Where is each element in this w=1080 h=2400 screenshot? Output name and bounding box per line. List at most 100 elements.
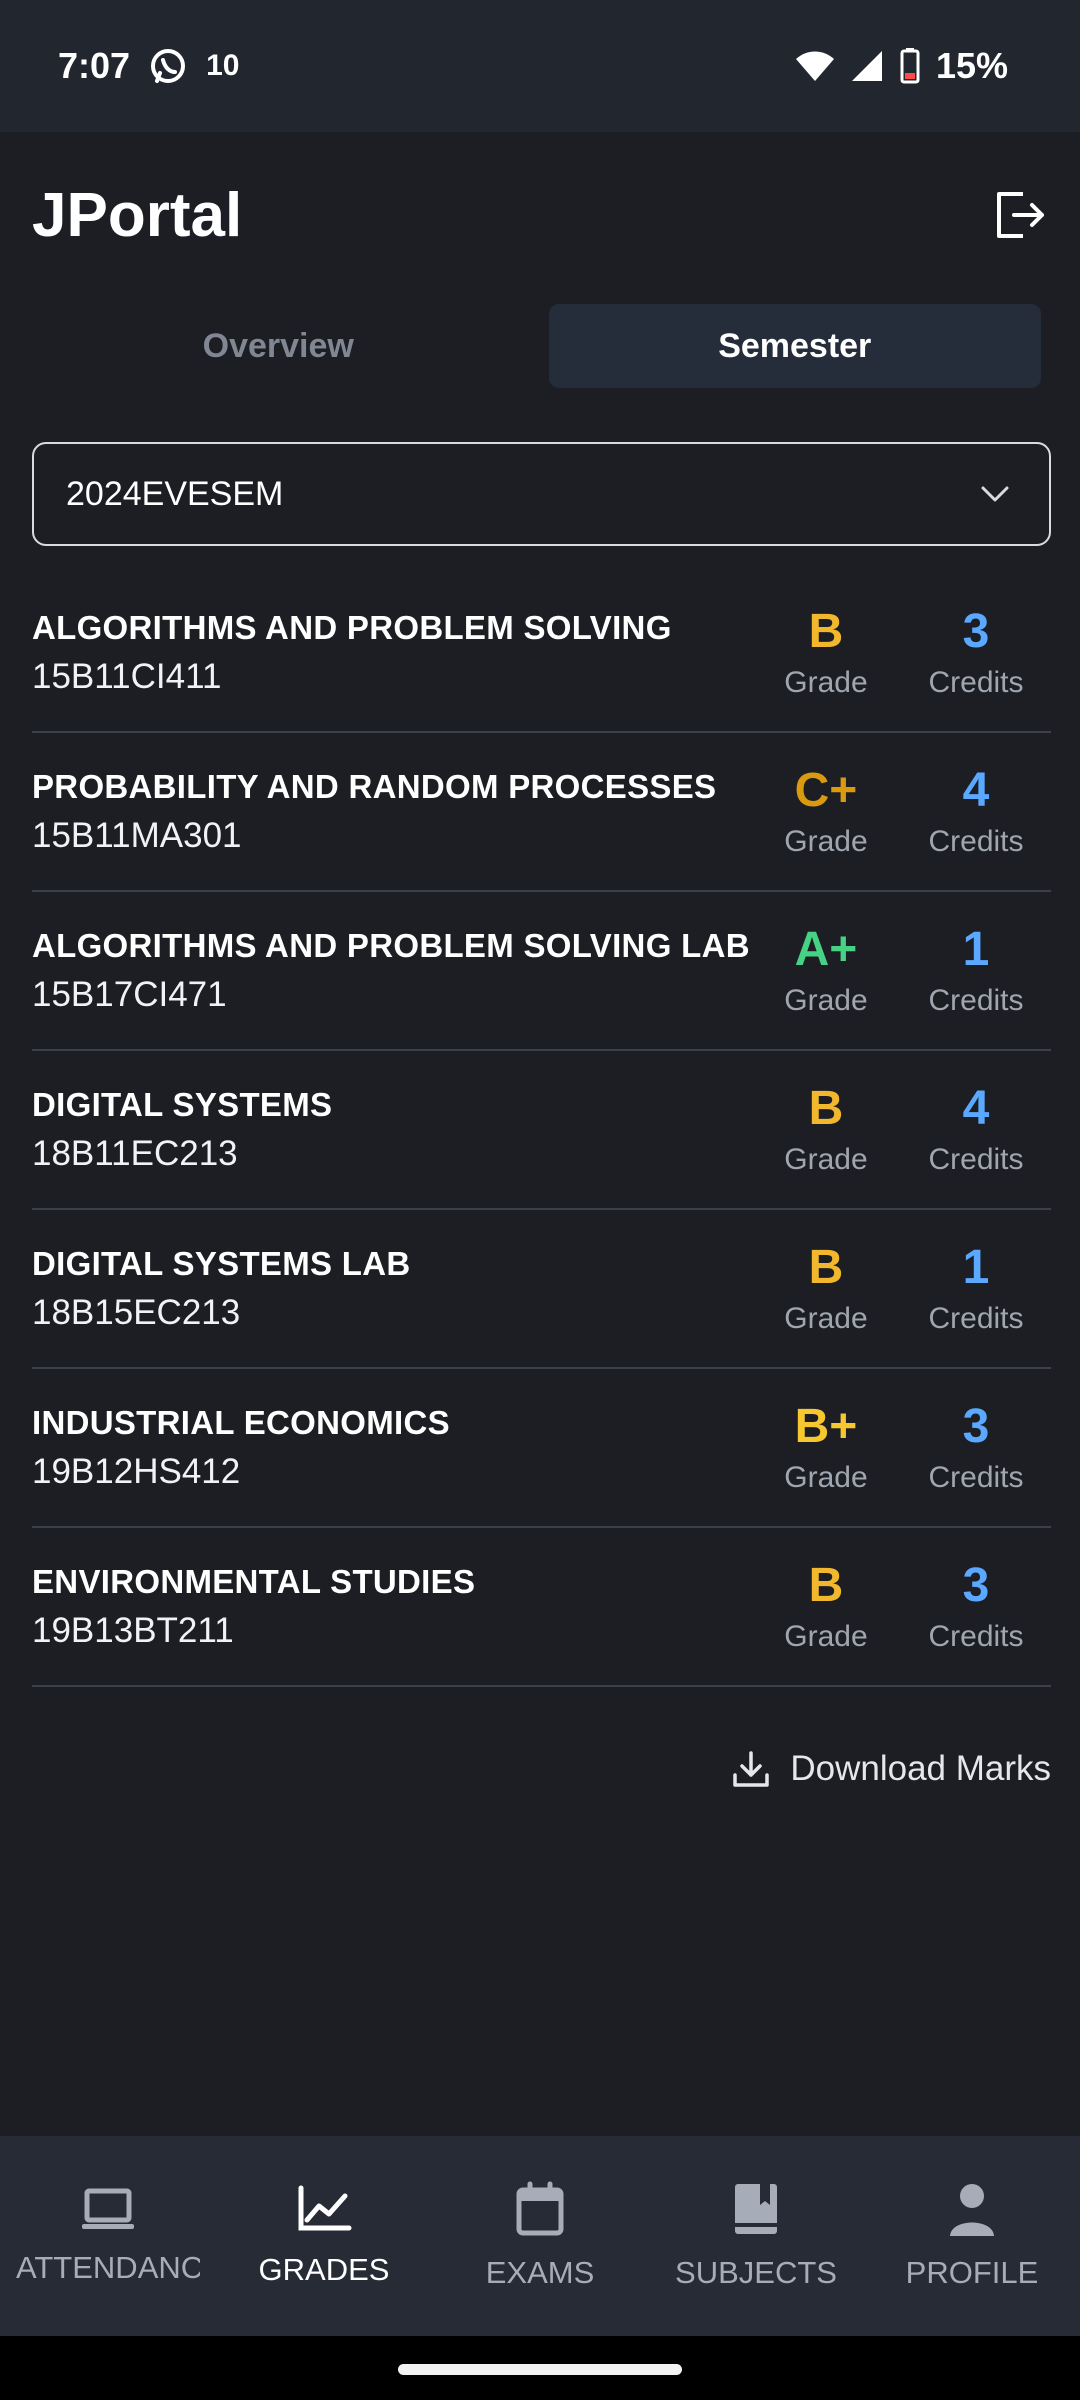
laptop-icon bbox=[82, 2188, 134, 2229]
app-title: JPortal bbox=[32, 180, 243, 250]
bottom-navigation: ATTENDANCE GRADES EXAMS SUBJECTS PROFILE bbox=[0, 2136, 1080, 2336]
credits-metric: 3 Credits bbox=[901, 604, 1051, 700]
grade-row: ALGORITHMS AND PROBLEM SOLVING LAB 15B17… bbox=[32, 892, 1051, 1051]
credits-metric: 1 Credits bbox=[901, 923, 1051, 1018]
subject-name: ALGORITHMS AND PROBLEM SOLVING bbox=[32, 608, 672, 646]
grade-metric: C+ Grade bbox=[751, 763, 901, 859]
grade-metric: B Grade bbox=[751, 1558, 901, 1654]
battery-percent: 15% bbox=[935, 45, 1008, 86]
subject-info: DIGITAL SYSTEMS LAB 18B15EC213 bbox=[32, 1245, 751, 1333]
credits-metric: 3 Credits bbox=[901, 1558, 1051, 1654]
grade-row: DIGITAL SYSTEMS LAB 18B15EC213 B Grade 1… bbox=[32, 1210, 1051, 1369]
subject-code: 18B11EC213 bbox=[32, 1133, 238, 1173]
grade-value: B bbox=[808, 1081, 844, 1135]
credits-label: Credits bbox=[928, 824, 1024, 858]
subject-name: ALGORITHMS AND PROBLEM SOLVING LAB bbox=[32, 926, 750, 964]
status-right: 15% bbox=[794, 45, 1008, 87]
download-icon bbox=[733, 1751, 770, 1787]
download-marks-label: Download Marks bbox=[790, 1749, 1051, 1788]
credits-value: 4 bbox=[962, 763, 990, 817]
grade-label: Grade bbox=[784, 665, 868, 699]
chart-line-icon bbox=[298, 2185, 352, 2231]
subject-info: PROBABILITY AND RANDOM PROCESSES 15B11MA… bbox=[32, 768, 751, 856]
grade-metric: A+ Grade bbox=[751, 922, 901, 1018]
subject-info: ALGORITHMS AND PROBLEM SOLVING LAB 15B17… bbox=[32, 927, 751, 1015]
credits-metric: 4 Credits bbox=[901, 763, 1051, 859]
grade-value: C+ bbox=[794, 763, 858, 817]
grade-row: DIGITAL SYSTEMS 18B11EC213 B Grade 4 Cre… bbox=[32, 1051, 1051, 1210]
subject-info: ALGORITHMS AND PROBLEM SOLVING 15B11CI41… bbox=[32, 609, 751, 697]
tab-overview[interactable]: Overview bbox=[32, 304, 525, 388]
chevron-down-icon bbox=[981, 486, 1009, 502]
calendar-icon bbox=[516, 2181, 564, 2236]
grade-list: ALGORITHMS AND PROBLEM SOLVING 15B11CI41… bbox=[32, 574, 1051, 1687]
credits-value: 3 bbox=[962, 1558, 990, 1612]
nav-attendance-label: ATTENDANCE bbox=[16, 2250, 200, 2285]
credits-label: Credits bbox=[928, 1301, 1024, 1335]
credits-metric: 1 Credits bbox=[901, 1240, 1051, 1336]
semester-select[interactable]: 2024EVESEM bbox=[32, 442, 1051, 546]
signal-icon bbox=[851, 51, 882, 81]
subject-name: INDUSTRIAL ECONOMICS bbox=[32, 1403, 450, 1441]
nav-subjects-label: SUBJECTS bbox=[675, 2255, 837, 2290]
credits-label: Credits bbox=[928, 983, 1024, 1017]
nav-attendance[interactable]: ATTENDANCE bbox=[6, 2166, 210, 2306]
grade-value: B+ bbox=[794, 1399, 858, 1453]
credits-label: Credits bbox=[928, 665, 1024, 699]
subject-code: 15B11MA301 bbox=[32, 815, 242, 855]
credits-label: Credits bbox=[928, 1460, 1024, 1494]
tab-semester[interactable]: Semester bbox=[548, 304, 1041, 388]
credits-value: 4 bbox=[962, 1081, 990, 1135]
credits-value: 1 bbox=[962, 1240, 990, 1294]
grade-label: Grade bbox=[784, 1142, 868, 1176]
credits-value: 3 bbox=[962, 1399, 990, 1453]
credits-metric: 3 Credits bbox=[901, 1399, 1051, 1495]
grade-metric: B Grade bbox=[751, 604, 901, 700]
app-header: JPortal bbox=[32, 170, 1048, 260]
status-left: 7:07 10 bbox=[58, 45, 239, 87]
subject-name: DIGITAL SYSTEMS bbox=[32, 1085, 333, 1123]
grade-row: ALGORITHMS AND PROBLEM SOLVING 15B11CI41… bbox=[32, 574, 1051, 733]
subject-info: ENVIRONMENTAL STUDIES 19B13BT211 bbox=[32, 1563, 751, 1651]
gesture-handle[interactable] bbox=[398, 2364, 682, 2375]
subject-name: DIGITAL SYSTEMS LAB bbox=[32, 1244, 411, 1282]
grade-value: B bbox=[808, 1558, 844, 1612]
nav-profile-label: PROFILE bbox=[905, 2255, 1039, 2290]
grade-row: INDUSTRIAL ECONOMICS 19B12HS412 B+ Grade… bbox=[32, 1369, 1051, 1528]
battery-icon bbox=[900, 48, 920, 84]
view-tabs: Overview Semester bbox=[32, 304, 1041, 388]
grade-label: Grade bbox=[784, 983, 868, 1017]
credits-value: 3 bbox=[962, 604, 990, 658]
nav-subjects[interactable]: SUBJECTS bbox=[654, 2166, 858, 2306]
subject-name: PROBABILITY AND RANDOM PROCESSES bbox=[32, 767, 717, 805]
grade-value: B bbox=[808, 604, 844, 658]
grade-label: Grade bbox=[784, 824, 868, 858]
subject-code: 18B15EC213 bbox=[32, 1292, 241, 1332]
grade-value: B bbox=[808, 1240, 844, 1294]
credits-metric: 4 Credits bbox=[901, 1081, 1051, 1177]
subject-code: 15B17CI471 bbox=[32, 974, 227, 1014]
subject-info: INDUSTRIAL ECONOMICS 19B12HS412 bbox=[32, 1404, 751, 1492]
nav-grades[interactable]: GRADES bbox=[222, 2166, 426, 2306]
nav-exams[interactable]: EXAMS bbox=[438, 2166, 642, 2306]
grade-label: Grade bbox=[784, 1619, 868, 1653]
download-marks-button[interactable]: Download Marks bbox=[730, 1748, 1051, 1790]
status-time: 7:07 bbox=[58, 45, 131, 86]
subject-code: 19B12HS412 bbox=[32, 1451, 241, 1491]
subject-code: 19B13BT211 bbox=[32, 1610, 234, 1650]
subject-name: ENVIRONMENTAL STUDIES bbox=[32, 1562, 476, 1600]
logout-icon bbox=[997, 192, 1044, 238]
grade-value: A+ bbox=[794, 922, 858, 976]
subject-info: DIGITAL SYSTEMS 18B11EC213 bbox=[32, 1086, 751, 1174]
status-bar: 7:07 10 15% bbox=[0, 0, 1080, 132]
nav-profile[interactable]: PROFILE bbox=[870, 2166, 1074, 2306]
logout-button[interactable] bbox=[988, 185, 1048, 245]
credits-label: Credits bbox=[928, 1619, 1024, 1653]
grade-row: ENVIRONMENTAL STUDIES 19B13BT211 B Grade… bbox=[32, 1528, 1051, 1687]
grade-metric: B+ Grade bbox=[751, 1399, 901, 1495]
wifi-icon bbox=[795, 51, 834, 81]
book-icon bbox=[735, 2184, 777, 2234]
grade-label: Grade bbox=[784, 1301, 868, 1335]
semester-select-value: 2024EVESEM bbox=[66, 474, 284, 513]
nav-grades-label: GRADES bbox=[258, 2252, 390, 2287]
